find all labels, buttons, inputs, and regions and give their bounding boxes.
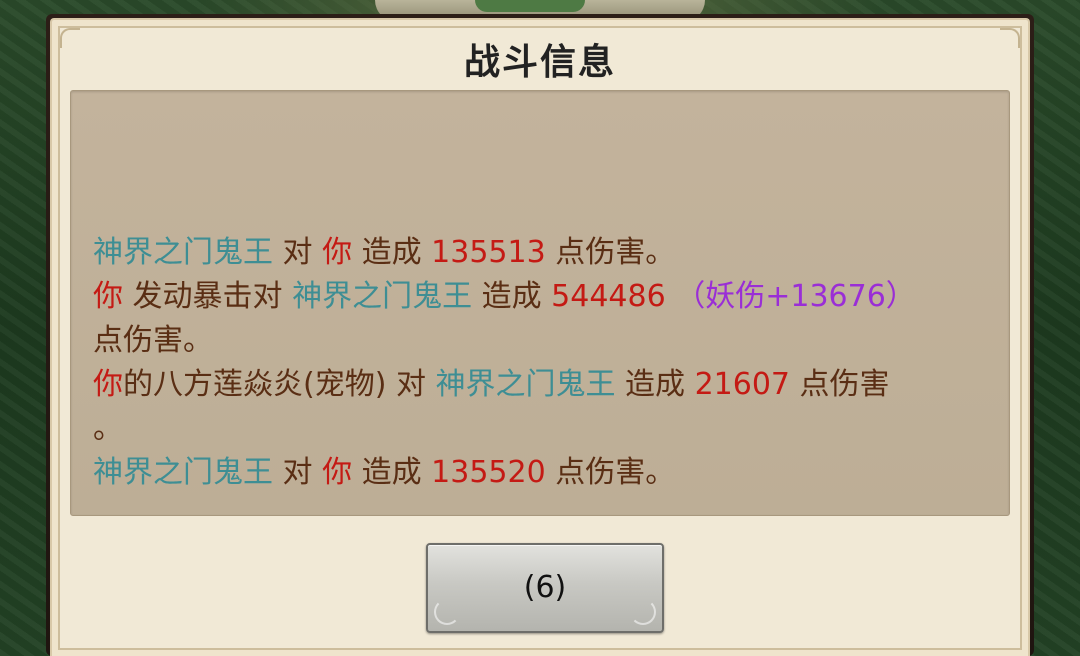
button-ornament-icon bbox=[434, 599, 460, 625]
player-name: 你 bbox=[93, 367, 123, 402]
log-text: 的八方莲焱炎(宠物) 对 bbox=[123, 367, 436, 402]
close-countdown-button[interactable]: (6) bbox=[426, 543, 664, 633]
player-name: 你 bbox=[93, 279, 123, 314]
damage-value: 21607 bbox=[694, 367, 790, 402]
log-text: 造成 bbox=[352, 455, 432, 490]
log-line: 。 bbox=[93, 407, 979, 451]
player-name: 你 bbox=[322, 235, 353, 270]
battle-log-panel: 神界之门鬼王 对 你 造成 135513 点伤害。你 发动暴击对 神界之门鬼王 … bbox=[70, 90, 1010, 516]
dialog-title: 战斗信息 bbox=[463, 42, 616, 83]
dialog-panel: 战斗信息 神界之门鬼王 对 你 造成 135513 点伤害。你 发动暴击对 神界… bbox=[50, 18, 1030, 656]
button-ornament-icon bbox=[630, 599, 656, 625]
damage-value: 135513 bbox=[431, 235, 546, 270]
log-text: 。 bbox=[93, 411, 123, 446]
enemy-name: 神界之门鬼王 bbox=[93, 235, 273, 270]
close-countdown-label: (6) bbox=[523, 570, 567, 605]
log-text: 造成 bbox=[472, 279, 552, 314]
battle-log-lines: 神界之门鬼王 对 你 造成 135513 点伤害。你 发动暴击对 神界之门鬼王 … bbox=[93, 231, 979, 495]
log-text: 点伤害 bbox=[790, 367, 890, 402]
log-line: 你 发动暴击对 神界之门鬼王 造成 544486 （妖伤+13676） bbox=[93, 275, 979, 319]
enemy-name: 神界之门鬼王 bbox=[292, 279, 473, 314]
log-text: 造成 bbox=[352, 235, 432, 270]
log-line: 你的八方莲焱炎(宠物) 对 神界之门鬼王 造成 21607 点伤害 bbox=[93, 363, 979, 407]
log-line: 神界之门鬼王 对 你 造成 135513 点伤害。 bbox=[93, 231, 979, 275]
player-name: 你 bbox=[322, 455, 353, 490]
log-text: 对 bbox=[273, 235, 323, 270]
bonus-damage: （妖伤+13676） bbox=[665, 279, 916, 314]
log-line: 神界之门鬼王 对 你 造成 135520 点伤害。 bbox=[93, 451, 979, 495]
enemy-name: 神界之门鬼王 bbox=[93, 455, 273, 490]
damage-value: 135520 bbox=[431, 455, 546, 490]
damage-value: 544486 bbox=[551, 279, 666, 314]
log-text: 造成 bbox=[615, 367, 695, 402]
log-line: 点伤害。 bbox=[93, 319, 979, 363]
log-text: 对 bbox=[273, 455, 323, 490]
log-text: 点伤害。 bbox=[93, 323, 213, 358]
log-text: 发动暴击对 bbox=[123, 279, 293, 314]
battle-info-dialog: 战斗信息 神界之门鬼王 对 你 造成 135513 点伤害。你 发动暴击对 神界… bbox=[46, 14, 1034, 656]
log-text: 点伤害。 bbox=[545, 235, 676, 270]
log-text: 点伤害。 bbox=[545, 455, 676, 490]
enemy-name: 神界之门鬼王 bbox=[435, 367, 616, 402]
